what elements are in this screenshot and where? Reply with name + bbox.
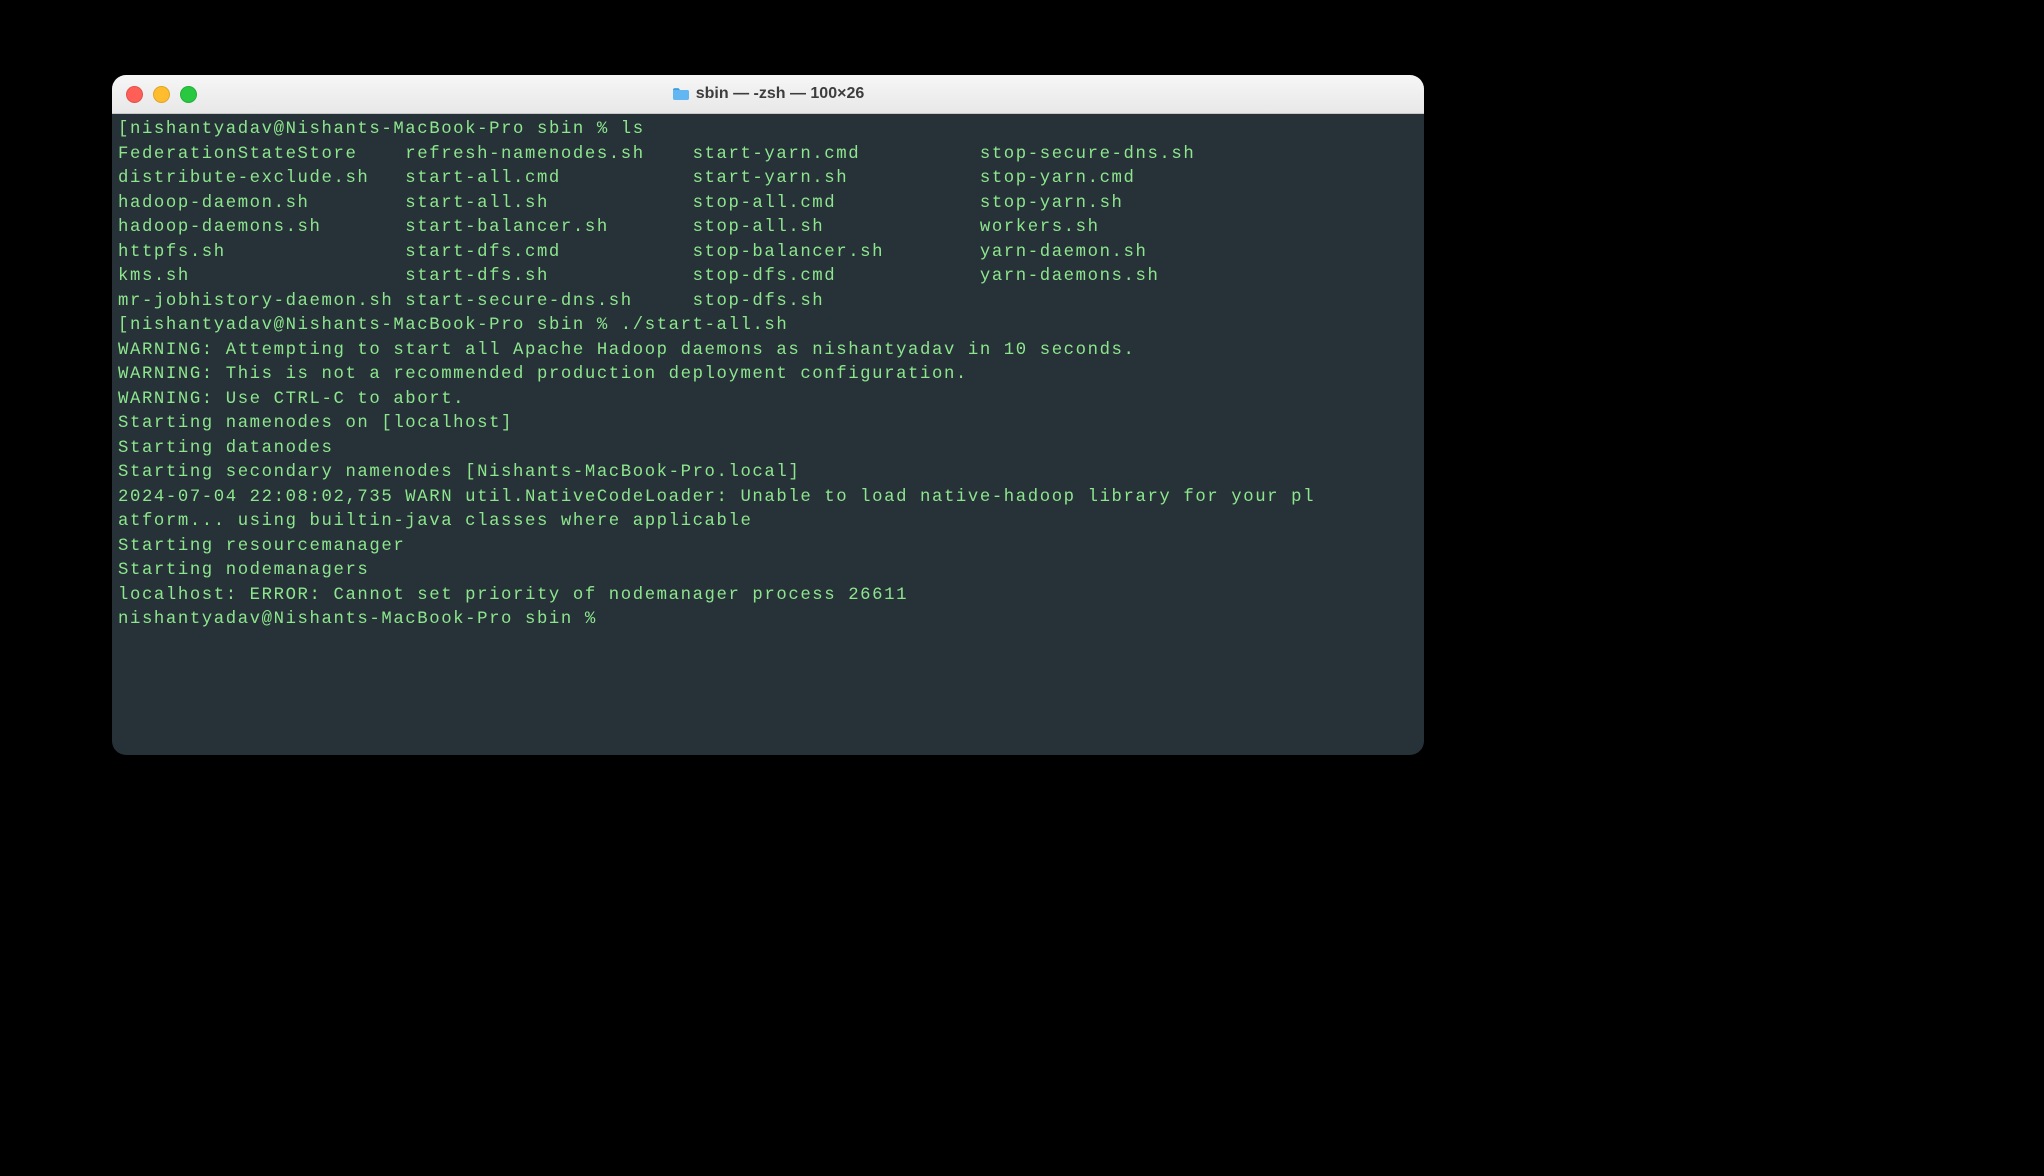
close-window-button[interactable] xyxy=(126,86,143,103)
traffic-lights xyxy=(126,86,197,103)
folder-icon xyxy=(672,87,690,101)
window-title: sbin — -zsh — 100×26 xyxy=(112,85,1424,103)
prompt-line-2: [nishantyadav@Nishants-MacBook-Pro sbin … xyxy=(118,316,788,335)
prompt-bracket: [ xyxy=(118,316,130,335)
command-ls: ls xyxy=(621,120,645,139)
window-title-text: sbin — -zsh — 100×26 xyxy=(696,85,865,103)
terminal-body[interactable]: [nishantyadav@Nishants-MacBook-Pro sbin … xyxy=(112,114,1424,755)
ls-output: FederationStateStore refresh-namenodes.s… xyxy=(118,145,1195,311)
minimize-window-button[interactable] xyxy=(153,86,170,103)
script-output: WARNING: Attempting to start all Apache … xyxy=(118,341,1315,605)
command-start-all: ./start-all.sh xyxy=(621,316,789,335)
prompt-userhost: nishantyadav@Nishants-MacBook-Pro sbin % xyxy=(130,316,621,335)
prompt-line-1: [nishantyadav@Nishants-MacBook-Pro sbin … xyxy=(118,120,645,139)
terminal-window: sbin — -zsh — 100×26 [nishantyadav@Nisha… xyxy=(112,75,1424,755)
zoom-window-button[interactable] xyxy=(180,86,197,103)
prompt-bracket: [ xyxy=(118,120,130,139)
prompt-userhost: nishantyadav@Nishants-MacBook-Pro sbin % xyxy=(130,120,621,139)
prompt-line-3: nishantyadav@Nishants-MacBook-Pro sbin % xyxy=(118,610,609,629)
titlebar: sbin — -zsh — 100×26 xyxy=(112,75,1424,114)
